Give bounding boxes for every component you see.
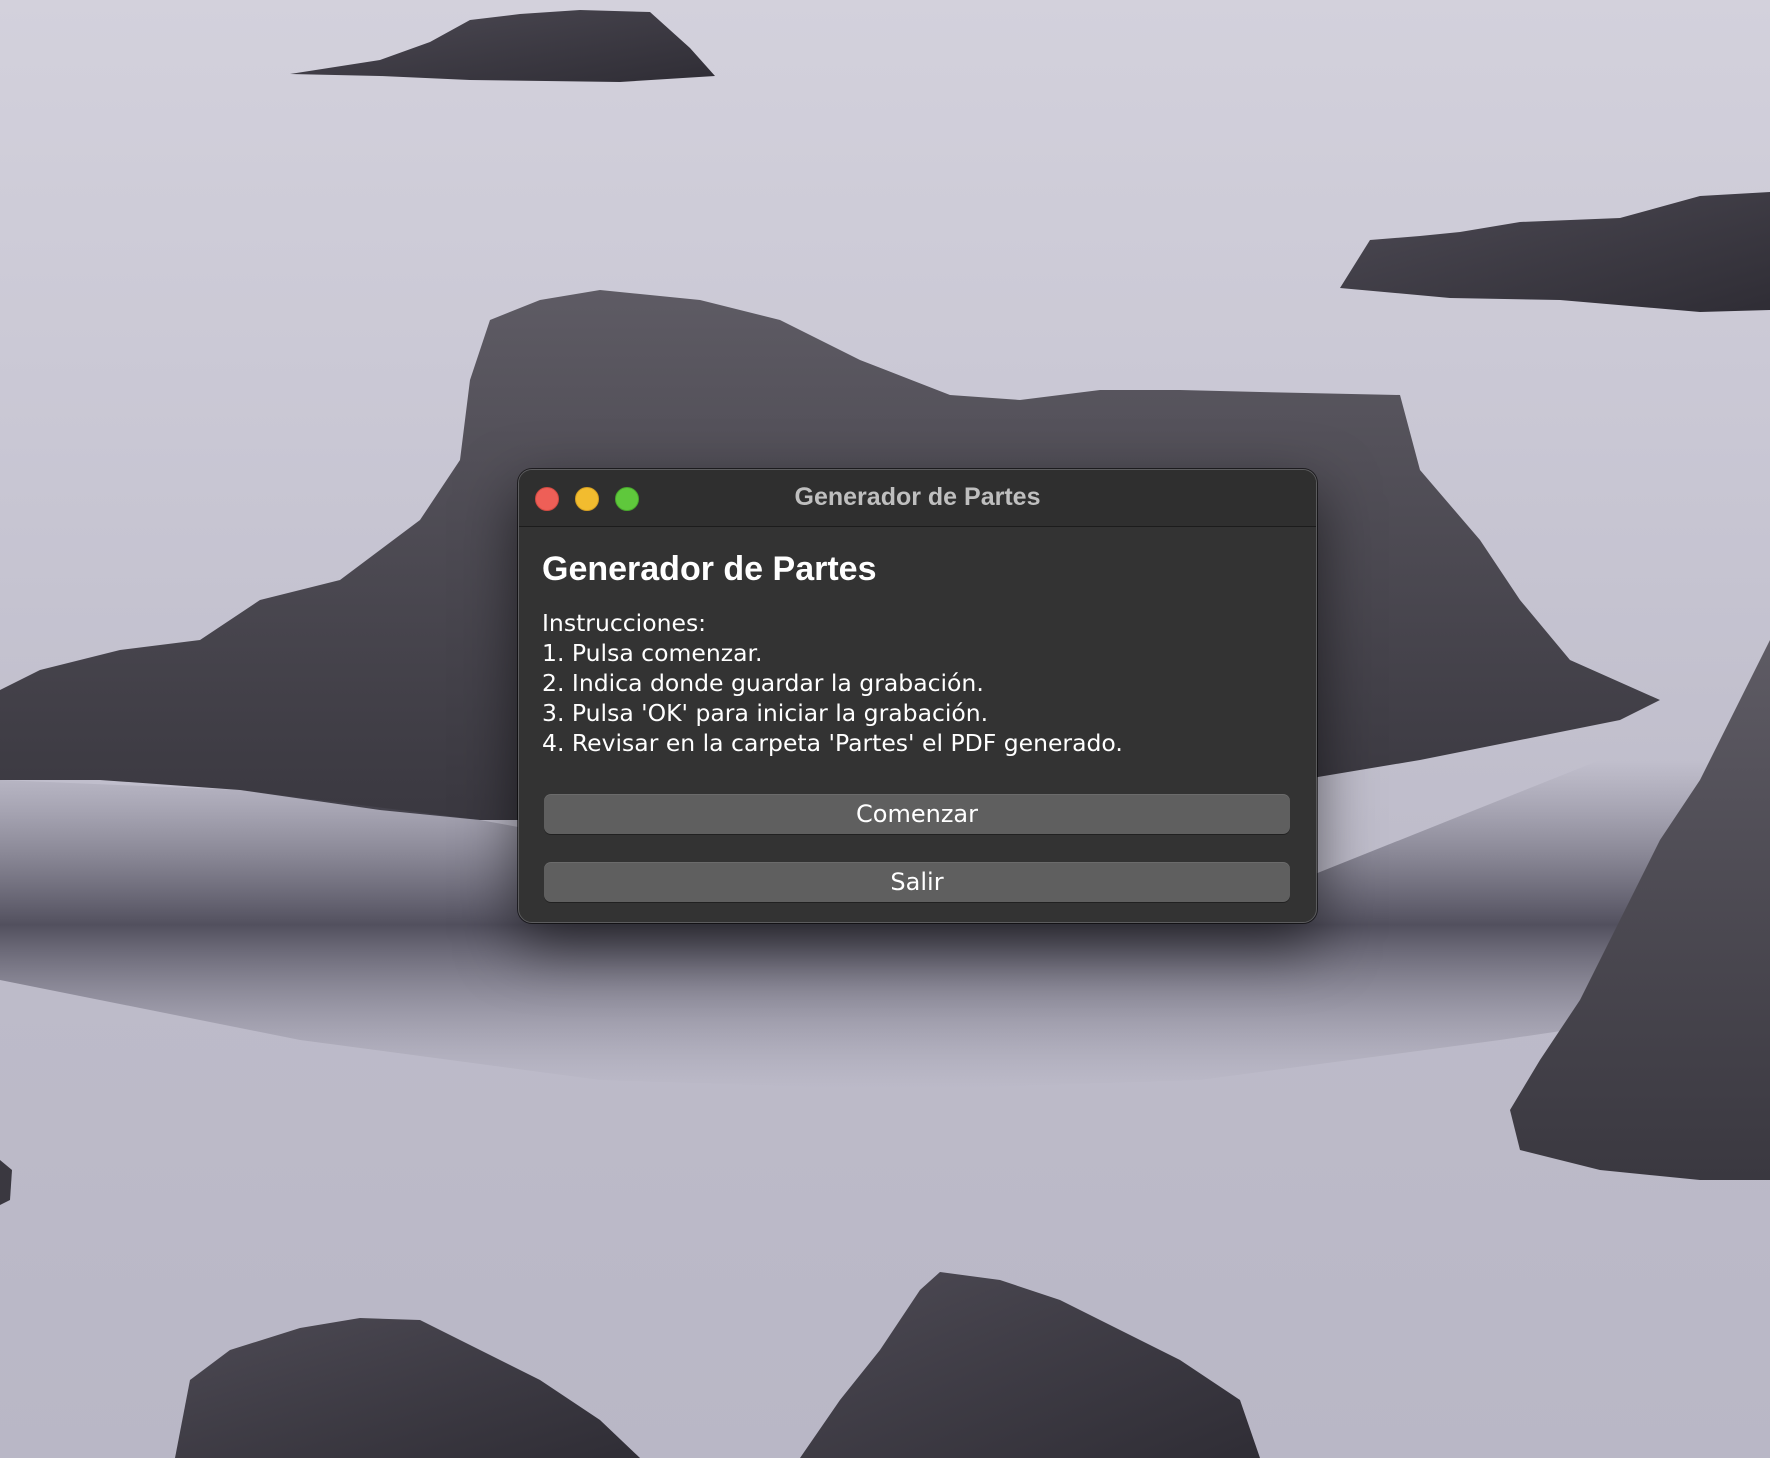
window-titlebar[interactable]: Generador de Partes <box>519 470 1316 527</box>
instructions-block: Instrucciones: 1. Pulsa comenzar. 2. Ind… <box>542 608 1293 758</box>
app-window: Generador de Partes Generador de Partes … <box>518 469 1317 923</box>
instruction-step-3: 3. Pulsa 'OK' para iniciar la grabación. <box>542 699 989 727</box>
instruction-step-4: 4. Revisar en la carpeta 'Partes' el PDF… <box>542 729 1123 757</box>
window-title: Generador de Partes <box>794 483 1041 511</box>
instructions-label: Instrucciones: <box>542 609 707 637</box>
instruction-step-2: 2. Indica donde guardar la grabación. <box>542 669 984 697</box>
instruction-step-1: 1. Pulsa comenzar. <box>542 639 763 667</box>
window-content: Generador de Partes Instrucciones: 1. Pu… <box>542 544 1293 758</box>
quit-button[interactable]: Salir <box>544 862 1290 902</box>
start-button[interactable]: Comenzar <box>544 794 1290 834</box>
page-title: Generador de Partes <box>542 550 877 588</box>
